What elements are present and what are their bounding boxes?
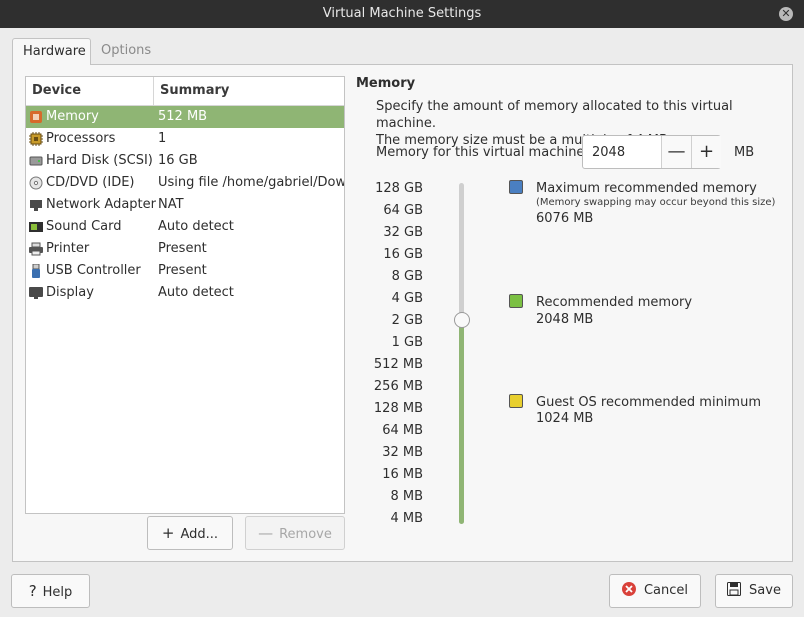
save-label: Save	[749, 583, 781, 598]
memory-slider-fill	[459, 321, 464, 524]
close-icon[interactable]: ✕	[779, 7, 793, 21]
usb-icon	[32, 264, 40, 278]
scale-label: 8 MB	[390, 489, 423, 504]
device-name: Processors	[46, 131, 116, 146]
processor-icon	[29, 132, 43, 146]
memory-input[interactable]	[583, 136, 661, 168]
sound-card-icon	[29, 222, 43, 232]
title-bar: Virtual Machine Settings ✕	[0, 0, 804, 28]
scale-label: 4 MB	[390, 511, 423, 526]
add-label: Add...	[180, 527, 219, 542]
max-memory-value: 6076 MB	[536, 211, 594, 226]
recommended-memory-title: Recommended memory	[536, 295, 693, 310]
recommended-memory-marker-icon[interactable]	[509, 294, 523, 308]
memory-section-title: Memory	[356, 76, 416, 91]
memory-description-line-1: Specify the amount of memory allocated t…	[376, 99, 733, 131]
tab-hardware[interactable]: Hardware	[12, 38, 91, 65]
max-memory-note: (Memory swapping may occur beyond this s…	[536, 197, 776, 208]
list-header: Device Summary	[26, 77, 344, 106]
tab-options[interactable]: Options	[91, 38, 171, 65]
minus-icon: —	[258, 524, 274, 542]
scale-label: 128 GB	[375, 181, 423, 196]
memory-spinbutton: — +	[582, 135, 721, 169]
increment-button[interactable]: +	[691, 136, 721, 168]
device-row-printer[interactable]: Printer Present	[26, 238, 344, 260]
device-row-processors[interactable]: Processors 1	[26, 128, 344, 150]
device-name: Network Adapter	[46, 197, 156, 212]
device-summary: 16 GB	[158, 153, 198, 168]
memory-unit: MB	[734, 145, 755, 160]
column-header-summary[interactable]: Summary	[154, 77, 344, 105]
memory-slider-handle[interactable]	[454, 312, 470, 328]
device-row-memory[interactable]: Memory 512 MB	[26, 106, 344, 128]
max-memory-title: Maximum recommended memory	[536, 181, 757, 196]
device-row-display[interactable]: Display Auto detect	[26, 282, 344, 304]
cancel-label: Cancel	[643, 583, 689, 598]
hard-disk-icon	[29, 156, 43, 166]
save-button[interactable]: Save	[715, 574, 793, 608]
scale-label: 2 GB	[391, 313, 423, 328]
minimum-memory-marker-icon[interactable]	[509, 394, 523, 408]
scale-label: 8 GB	[391, 269, 423, 284]
help-button[interactable]: ? Help	[11, 574, 90, 608]
device-row-network-adapter[interactable]: Network Adapter NAT	[26, 194, 344, 216]
scale-label: 128 MB	[373, 401, 423, 416]
device-name: USB Controller	[46, 263, 141, 278]
scale-label: 16 GB	[383, 247, 423, 262]
device-name: CD/DVD (IDE)	[46, 175, 135, 190]
help-label: Help	[42, 585, 73, 600]
device-name: Sound Card	[46, 219, 122, 234]
remove-device-button[interactable]: — Remove	[245, 516, 345, 550]
device-row-cd-dvd[interactable]: CD/DVD (IDE) Using file /home/gabriel/Do…	[26, 172, 344, 194]
device-list[interactable]: Device Summary Memory 512 MB Processors …	[25, 76, 345, 514]
scale-label: 4 GB	[391, 291, 423, 306]
add-device-button[interactable]: + Add...	[147, 516, 233, 550]
minimum-memory-value: 1024 MB	[536, 411, 594, 426]
device-row-sound-card[interactable]: Sound Card Auto detect	[26, 216, 344, 238]
scale-label: 32 GB	[383, 225, 423, 240]
device-name: Printer	[46, 241, 90, 256]
device-row-hard-disk[interactable]: Hard Disk (SCSI) 16 GB	[26, 150, 344, 172]
cancel-icon	[621, 582, 636, 596]
decrement-button[interactable]: —	[661, 136, 691, 168]
cancel-button[interactable]: Cancel	[609, 574, 701, 608]
device-summary: Auto detect	[158, 285, 234, 300]
device-summary: 1	[158, 131, 167, 146]
device-name: Memory	[46, 109, 99, 124]
device-summary: Present	[158, 263, 207, 278]
help-icon: ?	[28, 582, 37, 600]
remove-label: Remove	[279, 527, 332, 542]
scale-label: 16 MB	[382, 467, 423, 482]
recommended-memory-value: 2048 MB	[536, 312, 594, 327]
device-summary: 512 MB	[158, 109, 208, 124]
window-title: Virtual Machine Settings	[322, 6, 482, 21]
column-header-device[interactable]: Device	[26, 77, 154, 105]
hardware-panel: Device Summary Memory 512 MB Processors …	[12, 64, 793, 562]
save-icon	[727, 582, 742, 596]
scale-label: 256 MB	[373, 379, 423, 394]
memory-field-label: Memory for this virtual machine:	[376, 145, 589, 160]
scale-label: 64 GB	[383, 203, 423, 218]
cd-dvd-icon	[29, 176, 43, 190]
minimum-memory-title: Guest OS recommended minimum	[536, 395, 761, 410]
device-summary: Present	[158, 241, 207, 256]
scale-label: 512 MB	[373, 357, 423, 372]
scale-label: 1 GB	[391, 335, 423, 350]
device-summary: Using file /home/gabriel/Down	[158, 175, 344, 190]
scale-label: 32 MB	[382, 445, 423, 460]
device-summary: NAT	[158, 197, 184, 212]
printer-icon	[29, 242, 43, 256]
max-memory-marker-icon[interactable]	[509, 180, 523, 194]
memory-icon	[30, 111, 42, 123]
device-name: Display	[46, 285, 94, 300]
device-row-usb-controller[interactable]: USB Controller Present	[26, 260, 344, 282]
scale-label: 64 MB	[382, 423, 423, 438]
display-icon	[29, 287, 43, 299]
plus-icon: +	[161, 524, 175, 542]
network-icon	[30, 200, 42, 211]
device-name: Hard Disk (SCSI)	[46, 153, 153, 168]
device-summary: Auto detect	[158, 219, 234, 234]
